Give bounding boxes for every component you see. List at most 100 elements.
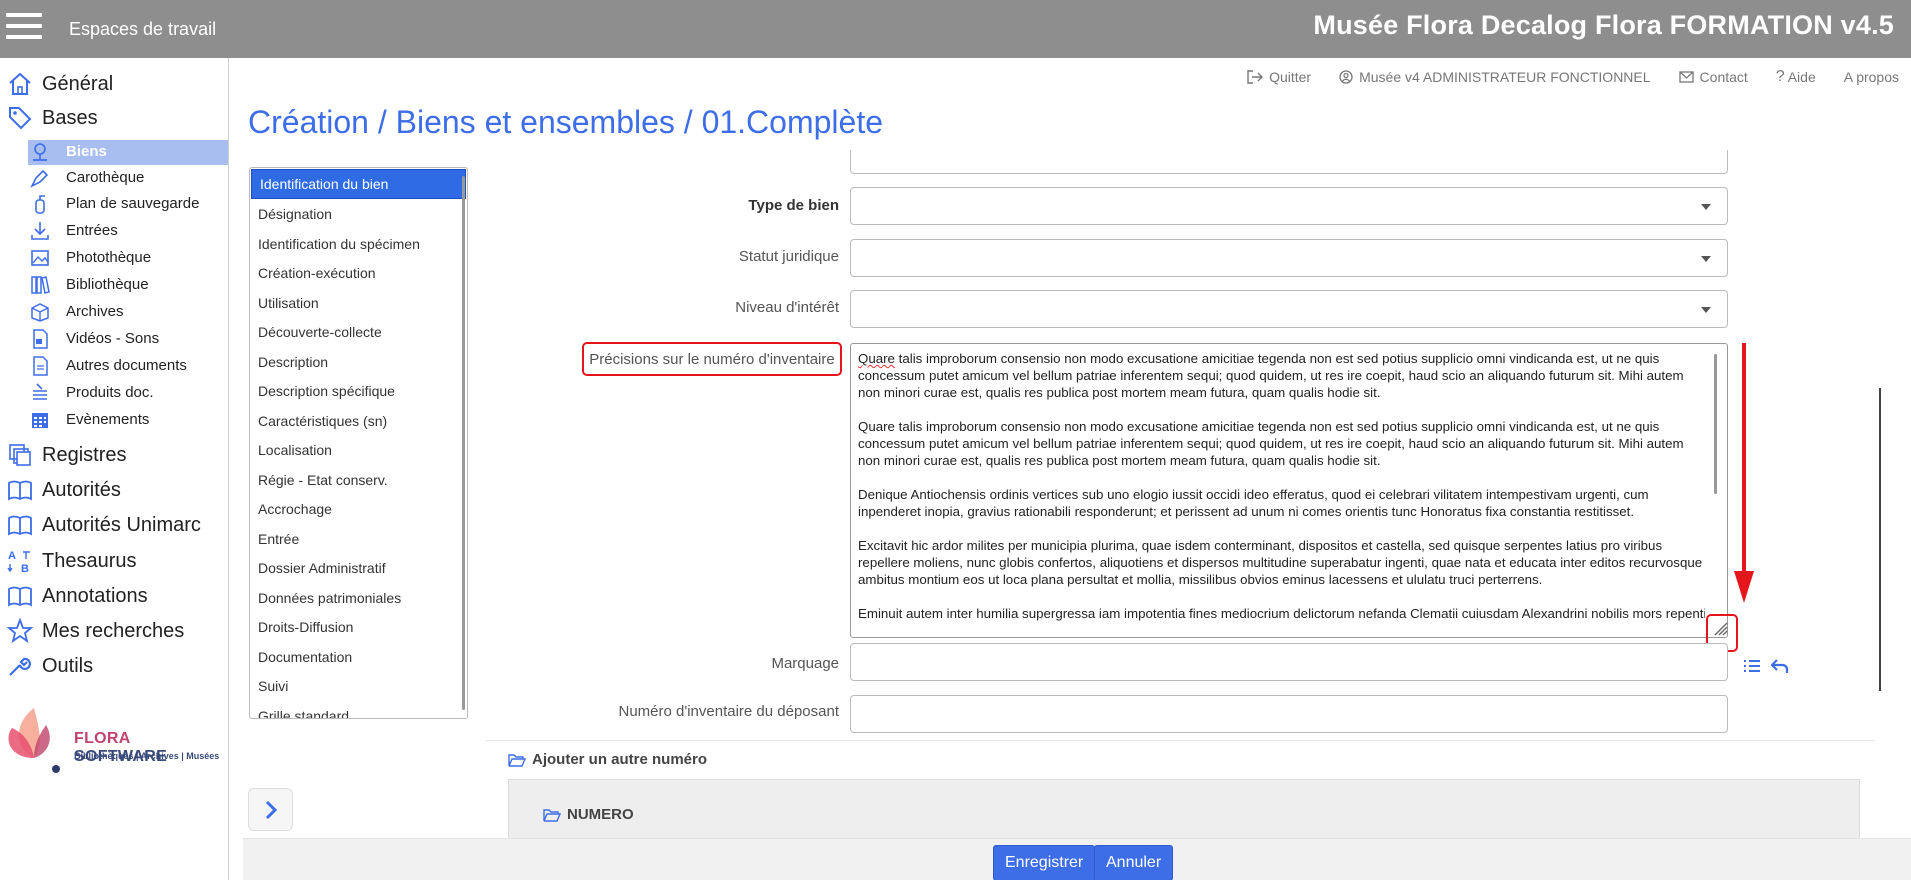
expand-panel-button[interactable] [248, 788, 293, 831]
sidebar-item-bibliotheque[interactable]: Bibliothèque [28, 273, 228, 298]
archive-box-icon [29, 301, 51, 323]
niveau-interet-label: Niveau d'intérêt [735, 299, 839, 316]
precisions-textarea[interactable]: Quare talis improborum consensio non mod… [850, 343, 1728, 638]
section-item[interactable]: Droits-Diffusion [250, 613, 467, 643]
section-item[interactable]: Description spécifique [250, 377, 467, 407]
sidebar-item-autres-documents[interactable]: Autres documents [28, 354, 228, 379]
contact-link[interactable]: Contact [1678, 68, 1748, 86]
previous-field[interactable] [850, 150, 1728, 174]
add-number-toggle[interactable]: Ajouter un autre numéro [508, 751, 707, 768]
sidebar-item-carotheque[interactable]: Carothèque [28, 166, 228, 191]
red-arrow-down-icon [1734, 343, 1754, 603]
extinguisher-icon [29, 193, 51, 215]
sidebar-item-bases[interactable]: Bases [0, 103, 228, 133]
sidebar-item-thesaurus[interactable]: AB Thesaurus [0, 546, 228, 576]
section-item[interactable]: Entrée [250, 524, 467, 554]
sidebar-item-registres[interactable]: Registres [0, 440, 228, 470]
section-item[interactable]: Régie - Etat conserv. [250, 465, 467, 495]
quit-link[interactable]: Quitter [1247, 68, 1311, 86]
flora-flower-icon [8, 708, 60, 773]
section-item[interactable]: Grille standard [250, 701, 467, 718]
folder-open-icon [508, 753, 526, 767]
app-title: Musée Flora Decalog Flora FORMATION v4.5 [1313, 10, 1894, 40]
document-icon [29, 355, 51, 377]
calendar-icon [29, 409, 51, 431]
svg-text:A: A [8, 550, 16, 562]
sidebar-item-evenements[interactable]: Evènements [28, 408, 228, 433]
wrench-icon [7, 653, 33, 679]
add-number-section: Ajouter un autre numéro NUMERO [486, 740, 1875, 839]
sidebar-item-annotations[interactable]: Annotations [0, 581, 228, 611]
sidebar-item-general[interactable]: Général [0, 69, 228, 99]
section-item[interactable]: Désignation [250, 200, 467, 230]
textarea-paragraph: Denique Antiochensis ordinis vertices su… [858, 487, 1649, 519]
sidebar-item-phototheque[interactable]: Photothèque [28, 246, 228, 271]
thesaurus-icon: AB [7, 548, 33, 574]
section-item[interactable]: Création-exécution [250, 259, 467, 289]
sidebar-item-autorites[interactable]: Autorités [0, 475, 228, 505]
svg-text:B: B [21, 563, 29, 574]
depositant-input[interactable] [850, 695, 1728, 733]
resize-grip-icon[interactable] [1712, 620, 1728, 636]
statut-juridique-label: Statut juridique [738, 248, 839, 265]
textarea-scrollbar[interactable] [1714, 354, 1717, 494]
about-link[interactable]: A propos [1844, 68, 1899, 86]
header-links: Quitter Musée v4 ADMINISTRATEUR FONCTION… [1219, 68, 1899, 86]
top-bar: Espaces de travail Musée Flora Decalog F… [0, 0, 1911, 58]
chevron-right-icon [265, 800, 277, 819]
textarea-paragraph: Quare talis improborum consensio non mod… [858, 419, 1684, 468]
caret-down-icon [1701, 256, 1711, 262]
book-icon [7, 477, 33, 503]
depositant-label: Numéro d'inventaire du déposant [618, 703, 839, 720]
sidebar-item-autorites-unimarc[interactable]: Autorités Unimarc [0, 510, 228, 540]
section-item[interactable]: Données patrimoniales [250, 583, 467, 613]
section-list-scrollbar[interactable] [462, 176, 465, 710]
flora-software-logo: FLORA SOFTWARE Bibliothèques | Archives … [4, 703, 224, 773]
stack-icon [29, 382, 51, 404]
workspaces-link[interactable]: Espaces de travail [69, 19, 216, 40]
statut-juridique-select[interactable] [850, 239, 1728, 277]
section-item[interactable]: Dossier Administratif [250, 554, 467, 584]
sidebar-item-produits-doc[interactable]: Produits doc. [28, 381, 228, 406]
section-item[interactable]: Identification du bien [251, 169, 466, 199]
section-item[interactable]: Utilisation [250, 288, 467, 318]
sidebar-item-archives[interactable]: Archives [28, 300, 228, 325]
type-bien-select[interactable] [850, 187, 1728, 225]
numero-toggle[interactable]: NUMERO [543, 806, 634, 823]
sidebar-item-mes-recherches[interactable]: Mes recherches [0, 616, 228, 646]
section-item[interactable]: Caractéristiques (sn) [250, 406, 467, 436]
section-item[interactable]: Documentation [250, 642, 467, 672]
undo-icon[interactable] [1771, 658, 1789, 674]
help-link[interactable]: ? Aide [1776, 68, 1816, 86]
section-item[interactable]: Localisation [250, 436, 467, 466]
sidebar-item-plan-sauvegarde[interactable]: Plan de sauvegarde [28, 192, 228, 217]
list-icon[interactable] [1743, 658, 1761, 674]
page-scrollbar[interactable] [1879, 388, 1881, 691]
precisions-label: Précisions sur le numéro d'inventaire [582, 342, 842, 376]
sidebar-item-entrees[interactable]: Entrées [28, 219, 228, 244]
pen-icon [29, 167, 51, 189]
section-item[interactable]: Identification du spécimen [250, 229, 467, 259]
type-bien-label: Type de bien [748, 197, 839, 214]
folder-open-icon [543, 808, 561, 822]
marquage-input[interactable] [850, 643, 1728, 681]
save-button[interactable]: Enregistrer [993, 845, 1096, 880]
logout-icon [1247, 70, 1264, 84]
niveau-interet-select[interactable] [850, 290, 1728, 328]
image-icon [29, 247, 51, 269]
user-link[interactable]: Musée v4 ADMINISTRATEUR FONCTIONNEL [1339, 68, 1651, 86]
textarea-paragraph: Eminuit autem inter humilia supergressa … [858, 606, 1705, 621]
caret-down-icon [1701, 307, 1711, 313]
mail-icon [1678, 71, 1694, 83]
sidebar-item-biens[interactable]: Biens [28, 140, 228, 165]
section-item[interactable]: Suivi [250, 672, 467, 702]
section-item[interactable]: Accrochage [250, 495, 467, 525]
books-icon [29, 274, 51, 296]
video-icon [29, 328, 51, 350]
hamburger-menu-icon[interactable] [6, 13, 42, 43]
sidebar-item-videos-sons[interactable]: Vidéos - Sons [28, 327, 228, 352]
section-item[interactable]: Découverte-collecte [250, 318, 467, 348]
cancel-button[interactable]: Annuler [1094, 845, 1174, 880]
section-item[interactable]: Description [250, 347, 467, 377]
sidebar-item-outils[interactable]: Outils [0, 651, 228, 681]
